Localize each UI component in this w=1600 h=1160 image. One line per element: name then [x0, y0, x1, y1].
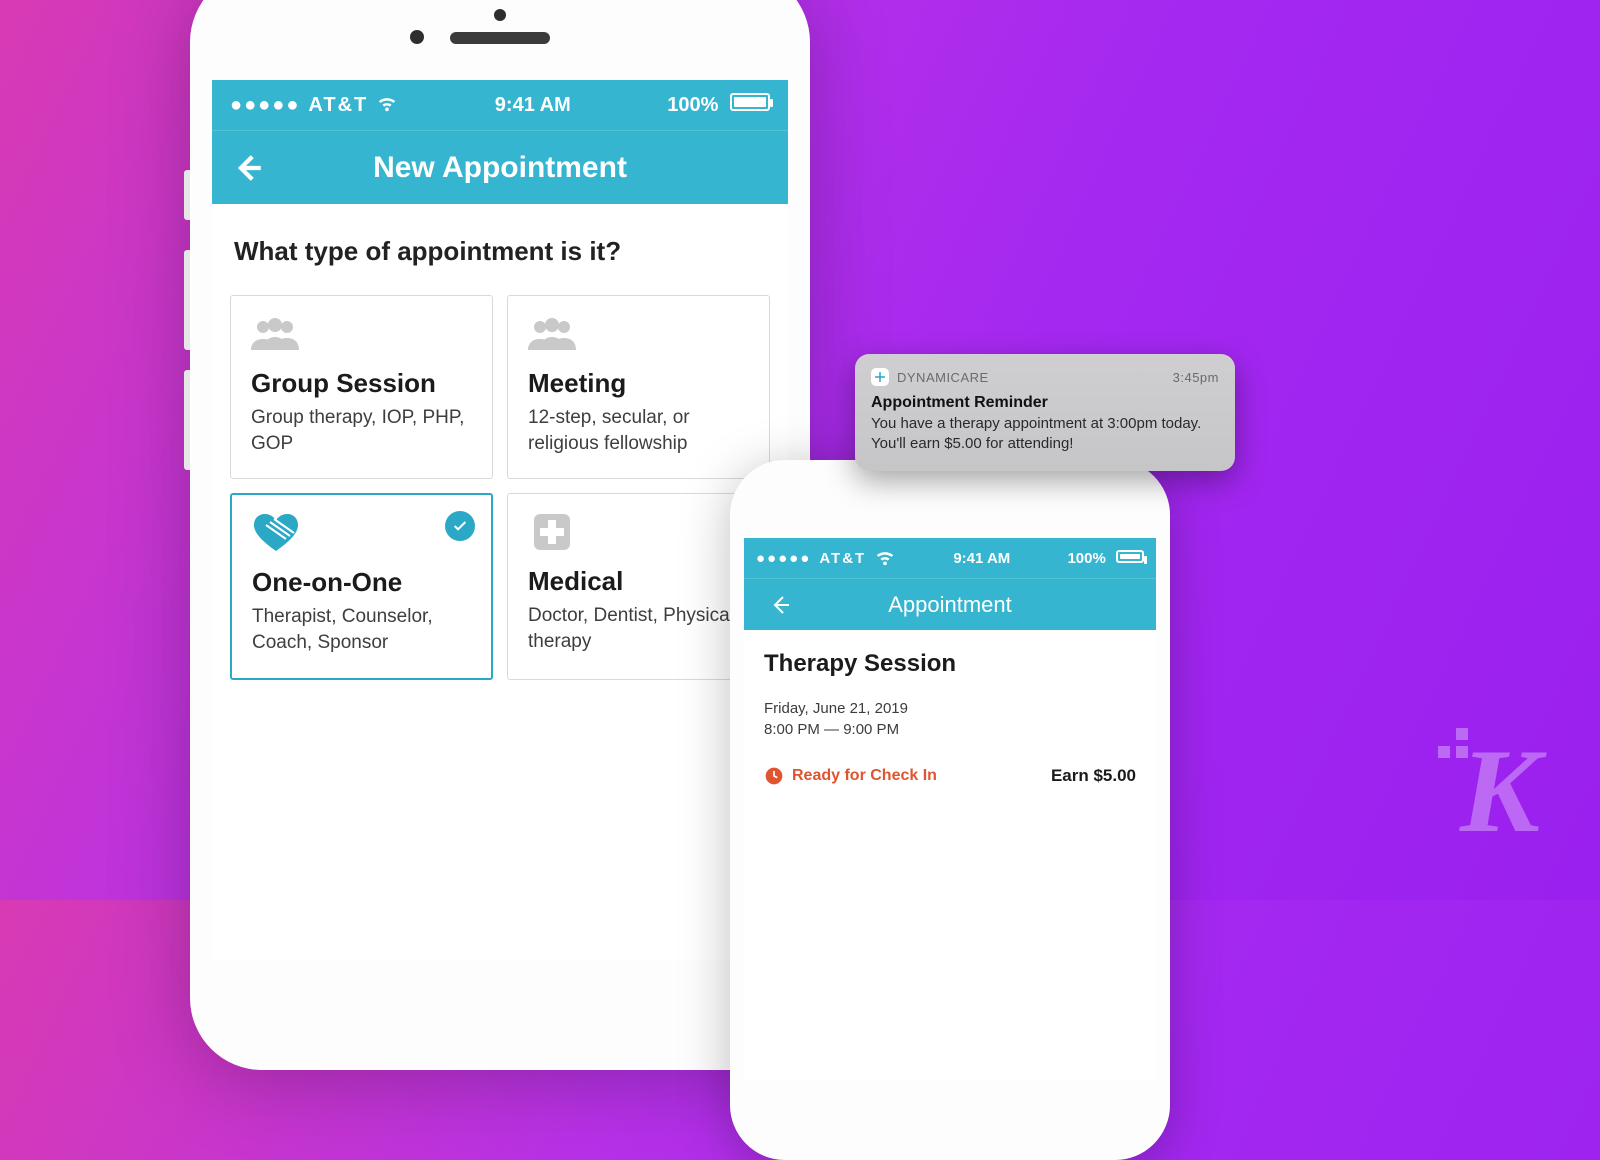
- card-title: Group Session: [251, 368, 472, 399]
- phone-proximity-sensor: [410, 30, 424, 44]
- checkin-status: Ready for Check In: [792, 767, 937, 785]
- watermark-letter: K: [1460, 724, 1540, 857]
- arrow-left-icon: [231, 151, 265, 185]
- phone-mockup-left: ●●●●● AT&T 9:41 AM 100% New Appointment …: [190, 0, 810, 1070]
- card-subtitle: Group therapy, IOP, PHP, GOP: [251, 405, 472, 456]
- battery-indicator: 100%: [1067, 550, 1144, 567]
- card-meeting[interactable]: Meeting 12-step, secular, or religious f…: [507, 295, 770, 479]
- clock-icon: [764, 766, 784, 786]
- clock: 9:41 AM: [495, 94, 571, 117]
- signal-dots-icon: ●●●●●: [230, 94, 300, 117]
- phone-side-button: [184, 370, 190, 470]
- page-title: New Appointment: [212, 151, 788, 185]
- phone-speaker: [450, 32, 550, 44]
- card-title: One-on-One: [252, 567, 471, 598]
- carrier-label: AT&T: [819, 550, 866, 567]
- signal-dots-icon: ●●●●●: [756, 550, 811, 567]
- notification-title: Appointment Reminder: [871, 394, 1219, 412]
- appointment-detail: Therapy Session Friday, June 21, 2019 8:…: [744, 630, 1156, 806]
- page-title: Appointment: [744, 592, 1156, 618]
- card-title: Meeting: [528, 368, 749, 399]
- card-group-session[interactable]: Group Session Group therapy, IOP, PHP, G…: [230, 295, 493, 479]
- checkin-row[interactable]: Ready for Check In Earn $5.00: [764, 766, 1136, 786]
- app-bar: New Appointment: [212, 130, 788, 204]
- back-button[interactable]: [760, 585, 800, 625]
- carrier-indicator: ●●●●● AT&T: [756, 545, 896, 571]
- battery-pct: 100%: [1067, 550, 1105, 567]
- card-one-on-one[interactable]: One-on-One Therapist, Counselor, Coach, …: [230, 493, 493, 679]
- card-subtitle: 12-step, secular, or religious fellowshi…: [528, 405, 749, 456]
- push-notification[interactable]: DYNAMICARE 3:45pm Appointment Reminder Y…: [855, 354, 1235, 471]
- wifi-icon: [874, 545, 896, 571]
- phone-side-button: [184, 250, 190, 350]
- back-button[interactable]: [228, 148, 268, 188]
- app-bar: Appointment: [744, 578, 1156, 630]
- phone-side-button: [184, 170, 190, 220]
- card-subtitle: Doctor, Dentist, Physical therapy: [528, 603, 749, 654]
- phone-front-camera: [494, 9, 506, 21]
- carrier-indicator: ●●●●● AT&T: [230, 91, 398, 119]
- phone-mockup-right: ●●●●● AT&T 9:41 AM 100% Appointment Ther…: [730, 460, 1170, 1160]
- session-time: 8:00 PM — 9:00 PM: [764, 721, 1136, 738]
- earn-amount: Earn $5.00: [1051, 766, 1136, 786]
- battery-icon: [730, 93, 770, 111]
- watermark-logo: K: [1460, 722, 1540, 860]
- wifi-icon: [376, 91, 398, 119]
- battery-pct: 100%: [667, 94, 718, 116]
- clock: 9:41 AM: [953, 550, 1010, 567]
- battery-indicator: 100%: [667, 93, 770, 117]
- appointment-type-grid: Group Session Group therapy, IOP, PHP, G…: [230, 295, 770, 680]
- arrow-left-icon: [768, 593, 792, 617]
- card-subtitle: Therapist, Counselor, Coach, Sponsor: [252, 604, 471, 655]
- notification-body: You have a therapy appointment at 3:00pm…: [871, 414, 1219, 455]
- card-title: Medical: [528, 566, 749, 597]
- notification-time: 3:45pm: [1173, 370, 1219, 385]
- watermark-dots-icon: [1420, 728, 1468, 758]
- session-date: Friday, June 21, 2019: [764, 700, 1136, 717]
- session-title: Therapy Session: [764, 650, 1136, 678]
- medical-cross-icon: [528, 512, 749, 560]
- prompt-text: What type of appointment is it?: [234, 236, 766, 267]
- status-bar: ●●●●● AT&T 9:41 AM 100%: [212, 80, 788, 130]
- heart-hands-icon: [252, 513, 471, 561]
- people-icon: [528, 314, 749, 362]
- people-icon: [251, 314, 472, 362]
- phone-screen-right: ●●●●● AT&T 9:41 AM 100% Appointment Ther…: [744, 538, 1156, 1080]
- battery-icon: [1116, 550, 1144, 563]
- app-icon: [871, 368, 889, 386]
- carrier-label: AT&T: [308, 94, 368, 117]
- notification-app-name: DYNAMICARE: [897, 370, 989, 385]
- content-area: What type of appointment is it? Group Se…: [212, 204, 788, 706]
- phone-screen-left: ●●●●● AT&T 9:41 AM 100% New Appointment …: [212, 80, 788, 960]
- notification-header: DYNAMICARE 3:45pm: [871, 368, 1219, 386]
- status-bar: ●●●●● AT&T 9:41 AM 100%: [744, 538, 1156, 578]
